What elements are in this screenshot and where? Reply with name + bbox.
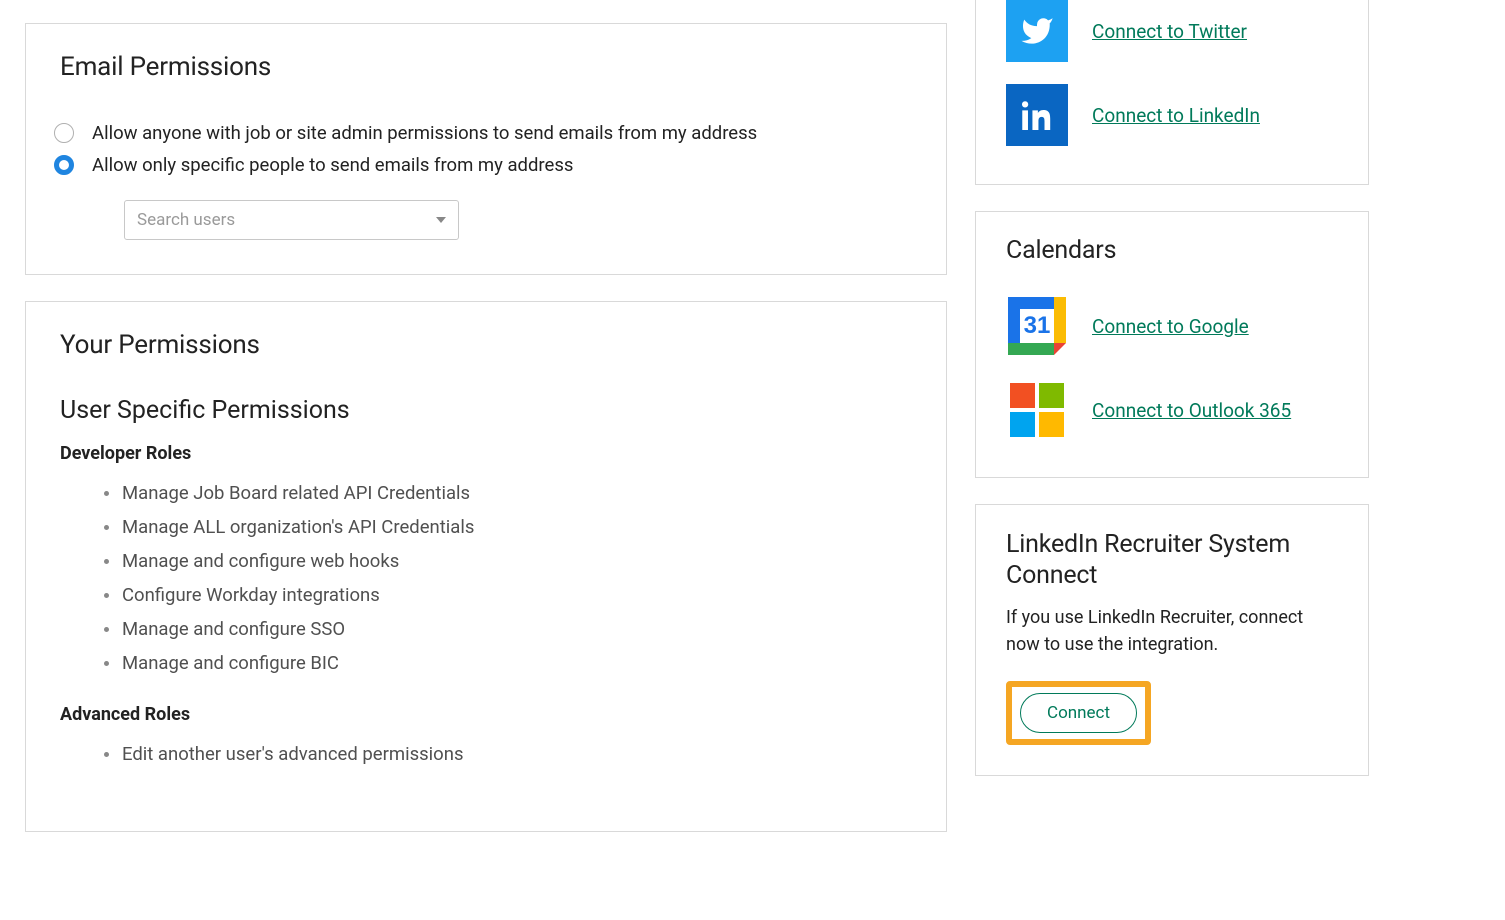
lrsc-card: LinkedIn Recruiter System Connect If you… <box>975 504 1369 776</box>
email-perm-radio-anyone[interactable]: Allow anyone with job or site admin perm… <box>54 120 912 146</box>
your-permissions-card: Your Permissions User Specific Permissio… <box>25 301 947 832</box>
developer-roles-heading: Developer Roles <box>60 443 912 464</box>
advanced-roles-list: Edit another user's advanced permissions <box>60 737 912 771</box>
developer-roles-list: Manage Job Board related API Credentials… <box>60 476 912 680</box>
connect-twitter-link[interactable]: Connect to Twitter <box>1092 20 1247 43</box>
calendars-card: Calendars 31 Connect to Google <box>975 211 1369 478</box>
calendar-day-number: 31 <box>1024 312 1051 339</box>
radio-label: Allow only specific people to send email… <box>92 154 573 176</box>
email-permissions-title: Email Permissions <box>60 52 912 82</box>
chevron-down-icon <box>436 217 446 223</box>
email-permissions-card: Email Permissions Allow anyone with job … <box>25 23 947 275</box>
email-perm-radio-specific[interactable]: Allow only specific people to send email… <box>54 152 912 178</box>
user-specific-permissions-title: User Specific Permissions <box>60 396 912 425</box>
search-users-combobox[interactable]: Search users <box>124 200 459 240</box>
radio-label: Allow anyone with job or site admin perm… <box>92 122 757 144</box>
combobox-placeholder: Search users <box>137 210 235 230</box>
connect-google-link[interactable]: Connect to Google <box>1092 315 1249 338</box>
connect-outlook-link[interactable]: Connect to Outlook 365 <box>1092 399 1291 422</box>
lrsc-description: If you use LinkedIn Recruiter, connect n… <box>1006 604 1338 660</box>
linkedin-icon <box>1006 84 1068 146</box>
google-calendar-row: 31 Connect to Google <box>1006 295 1338 357</box>
your-permissions-title: Your Permissions <box>60 330 912 360</box>
google-calendar-icon: 31 <box>1006 295 1068 357</box>
social-connect-card: Connect to Twitter Connect to LinkedIn <box>975 0 1369 185</box>
list-item: Manage Job Board related API Credentials <box>122 476 912 510</box>
microsoft-icon <box>1006 379 1068 441</box>
list-item: Manage and configure web hooks <box>122 544 912 578</box>
calendars-title: Calendars <box>1006 236 1338 265</box>
twitter-row: Connect to Twitter <box>1006 0 1338 62</box>
list-item: Edit another user's advanced permissions <box>122 737 912 771</box>
list-item: Manage ALL organization's API Credential… <box>122 510 912 544</box>
list-item: Manage and configure SSO <box>122 612 912 646</box>
linkedin-row: Connect to LinkedIn <box>1006 84 1338 146</box>
advanced-roles-heading: Advanced Roles <box>60 704 912 725</box>
radio-checked-icon <box>54 155 74 175</box>
twitter-icon <box>1006 0 1068 62</box>
lrsc-connect-button[interactable]: Connect <box>1020 693 1137 733</box>
lrsc-title: LinkedIn Recruiter System Connect <box>1006 529 1338 592</box>
lrsc-highlight: Connect <box>1006 681 1151 745</box>
radio-unchecked-icon <box>54 123 74 143</box>
outlook-row: Connect to Outlook 365 <box>1006 379 1338 441</box>
list-item: Configure Workday integrations <box>122 578 912 612</box>
list-item: Manage and configure BIC <box>122 646 912 680</box>
connect-linkedin-link[interactable]: Connect to LinkedIn <box>1092 104 1260 127</box>
